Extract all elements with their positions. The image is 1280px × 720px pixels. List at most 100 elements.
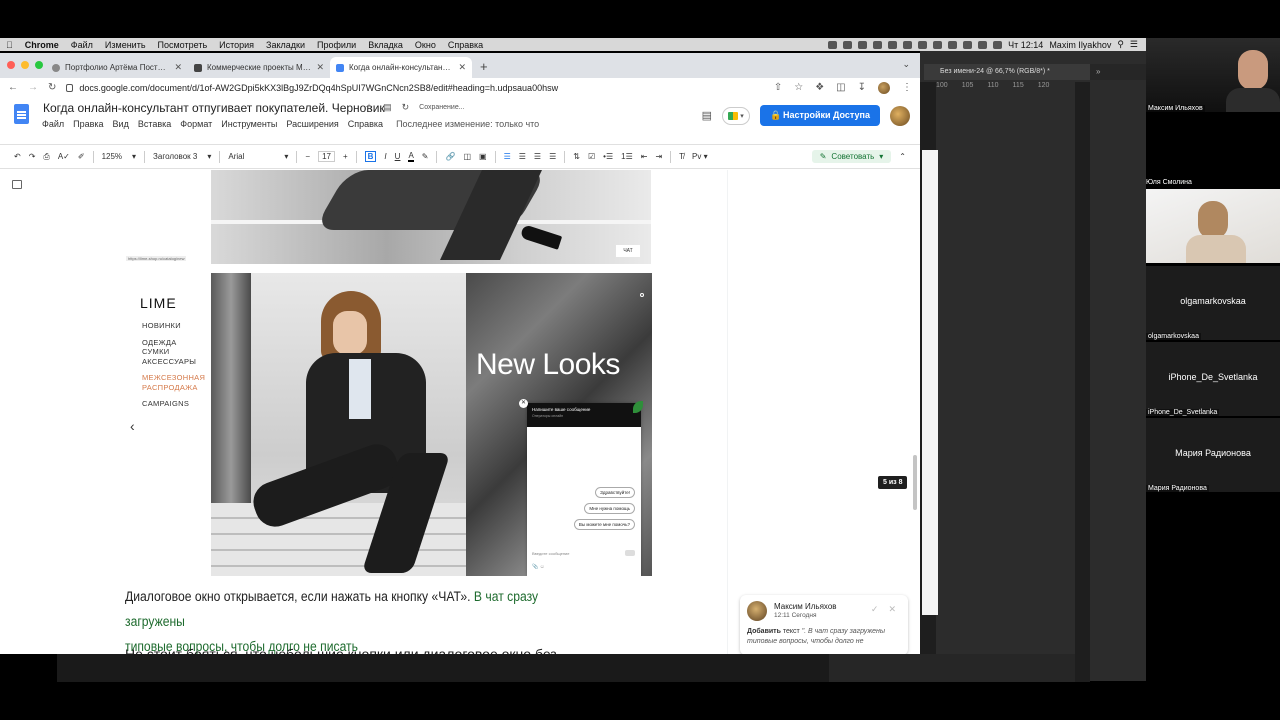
- menu-bookmarks[interactable]: Закладки: [260, 40, 311, 50]
- extensions-icon[interactable]: ❖: [815, 82, 824, 93]
- docs-logo-icon[interactable]: [14, 104, 29, 124]
- browser-tab[interactable]: Коммерческие проекты Максима ✕: [188, 57, 330, 78]
- menu-view[interactable]: Посмотреть: [152, 40, 214, 50]
- zoom-window-button[interactable]: [35, 61, 43, 69]
- collapse-menu-icon[interactable]: ⌃: [899, 152, 906, 161]
- close-tab-icon[interactable]: ✕: [174, 62, 182, 73]
- document-page[interactable]: ЧАТ https://lime-shop.ru/catalog/new LIM…: [0, 170, 727, 654]
- browser-tab-active[interactable]: Когда онлайн-консультант отпугивает ✕: [330, 57, 472, 78]
- omnibox[interactable]: docs.google.com/document/d/1of-AW2GDpi5k…: [66, 83, 763, 93]
- menu-user[interactable]: Maxim Ilyakhov: [1049, 40, 1111, 50]
- back-icon[interactable]: ←: [8, 82, 18, 93]
- battery-icon[interactable]: [978, 40, 988, 49]
- app-menu[interactable]: Chrome: [19, 40, 65, 50]
- reject-icon[interactable]: ✕: [888, 604, 896, 615]
- decrease-indent-icon[interactable]: ⇤: [641, 152, 648, 161]
- close-window-button[interactable]: [7, 61, 15, 69]
- docs-menu-help[interactable]: Справка: [348, 119, 383, 129]
- ps-document-tab[interactable]: Без имени-24 @ 66,7% (RGB/8*) *: [924, 64, 1090, 80]
- meet-button[interactable]: ▾: [722, 106, 751, 125]
- docs-menu-tools[interactable]: Инструменты: [221, 119, 277, 129]
- line-spacing-icon[interactable]: ⇅: [573, 152, 580, 161]
- font-size-input[interactable]: 17: [318, 151, 335, 162]
- move-folder-icon[interactable]: ▤: [383, 102, 392, 113]
- align-left-icon[interactable]: ☰: [504, 152, 511, 161]
- suggestion-comment[interactable]: Максим Ильяхов 12:11 Сегодня ✓ ✕ Добавит…: [740, 595, 908, 654]
- ps-panel-expand-icon[interactable]: »: [1090, 64, 1146, 80]
- print-icon[interactable]: ⎙: [43, 152, 49, 162]
- body-paragraph[interactable]: Диалоговое окно открывается, если нажать…: [125, 584, 575, 654]
- zoom-select[interactable]: 125% ▾: [102, 152, 136, 161]
- spellcheck-icon[interactable]: A✓: [58, 152, 70, 161]
- menu-edit[interactable]: Изменить: [99, 40, 152, 50]
- bold-icon[interactable]: B: [364, 151, 377, 162]
- participant-tile[interactable]: iPhone_De_Svetlanka iPhone_De_Svetlanka: [1146, 342, 1280, 416]
- cloud-sync-icon[interactable]: ↻: [402, 102, 410, 113]
- screenshot-image-main[interactable]: New Looks ✕ Напишите ваше сообщение Опер…: [211, 273, 652, 576]
- paint-format-icon[interactable]: ✐: [78, 152, 85, 161]
- increase-font-icon[interactable]: +: [343, 152, 348, 161]
- menu-history[interactable]: История: [213, 40, 260, 50]
- last-edit-link[interactable]: Последнее изменение: только что: [396, 119, 539, 129]
- input-tools-icon[interactable]: Pv ▾: [692, 152, 708, 161]
- spotlight-icon[interactable]: ⚲: [1117, 39, 1124, 50]
- highlight-icon[interactable]: ✎: [422, 152, 429, 161]
- account-avatar[interactable]: [890, 105, 910, 126]
- menu-clock[interactable]: Чт 12:14: [1008, 40, 1043, 50]
- menu-window[interactable]: Окно: [409, 40, 442, 50]
- bookmark-star-icon[interactable]: ☆: [794, 82, 803, 93]
- participant-tile[interactable]: Максим Ильяхов: [1146, 38, 1280, 112]
- star-icon[interactable]: ☆: [365, 102, 373, 113]
- image-icon[interactable]: ▣: [479, 152, 487, 161]
- menu-file[interactable]: Файл: [65, 40, 99, 50]
- decrease-font-icon[interactable]: −: [305, 152, 310, 161]
- underline-icon[interactable]: U: [395, 152, 401, 161]
- lock-icon[interactable]: [66, 83, 74, 92]
- align-justify-icon[interactable]: ☰: [549, 152, 556, 161]
- control-center-icon[interactable]: ☰: [1130, 39, 1138, 50]
- participant-tile[interactable]: olgamarkovskaa olgamarkovskaa: [1146, 266, 1280, 340]
- apple-icon[interactable]: : [0, 40, 19, 50]
- undo-icon[interactable]: ↶: [14, 152, 21, 161]
- align-center-icon[interactable]: ☰: [519, 152, 526, 161]
- share-page-icon[interactable]: ⇧: [774, 82, 782, 93]
- outline-icon[interactable]: [12, 180, 22, 189]
- bullet-list-icon[interactable]: •☰: [603, 152, 613, 161]
- tray-icon[interactable]: [873, 40, 883, 49]
- accept-icon[interactable]: ✓: [871, 604, 879, 615]
- docs-menu-extensions[interactable]: Расширения: [286, 119, 338, 129]
- redo-icon[interactable]: ↷: [29, 152, 36, 161]
- tray-icon[interactable]: [933, 40, 943, 49]
- tab-search-chevron-icon[interactable]: ⌄: [902, 59, 910, 70]
- font-select[interactable]: Arial ▾: [228, 152, 288, 161]
- close-tab-icon[interactable]: ✕: [316, 62, 324, 73]
- screenshot-image-top[interactable]: ЧАТ: [211, 170, 651, 264]
- ps-canvas[interactable]: [922, 150, 938, 615]
- browser-tab[interactable]: Портфолио Артёма Постылякова ✕: [46, 57, 188, 78]
- docs-menu-file[interactable]: Файл: [42, 119, 64, 129]
- close-tab-icon[interactable]: ✕: [458, 62, 466, 73]
- url-text[interactable]: docs.google.com/document/d/1of-AW2GDpi5k…: [79, 83, 558, 93]
- docs-menu-format[interactable]: Формат: [180, 119, 212, 129]
- tray-icon[interactable]: [888, 40, 898, 49]
- docs-menu-insert[interactable]: Вставка: [138, 119, 171, 129]
- menu-profiles[interactable]: Профили: [311, 40, 362, 50]
- italic-icon[interactable]: I: [384, 152, 386, 161]
- participant-tile[interactable]: [1146, 189, 1280, 263]
- checklist-icon[interactable]: ☑: [588, 152, 595, 161]
- menu-tab[interactable]: Вкладка: [362, 40, 409, 50]
- download-icon[interactable]: ↧: [858, 82, 866, 93]
- tray-icon[interactable]: [828, 40, 838, 49]
- comment-icon[interactable]: ◫: [463, 152, 471, 161]
- align-right-icon[interactable]: ☰: [534, 152, 541, 161]
- profile-avatar[interactable]: [878, 81, 890, 94]
- body-paragraph-next[interactable]: Не стоит бояться, что небольшие кнопки и…: [125, 646, 557, 654]
- tray-icon[interactable]: [948, 40, 958, 49]
- suggest-mode-button[interactable]: ✎ Советовать ▾: [811, 150, 892, 163]
- tray-icon[interactable]: [918, 40, 928, 49]
- chrome-menu-icon[interactable]: ⋮: [902, 82, 912, 93]
- docs-menu-edit[interactable]: Правка: [73, 119, 103, 129]
- menu-help[interactable]: Справка: [442, 40, 489, 50]
- tray-icon[interactable]: [963, 40, 973, 49]
- style-select[interactable]: Заголовок 3 ▾: [153, 152, 211, 161]
